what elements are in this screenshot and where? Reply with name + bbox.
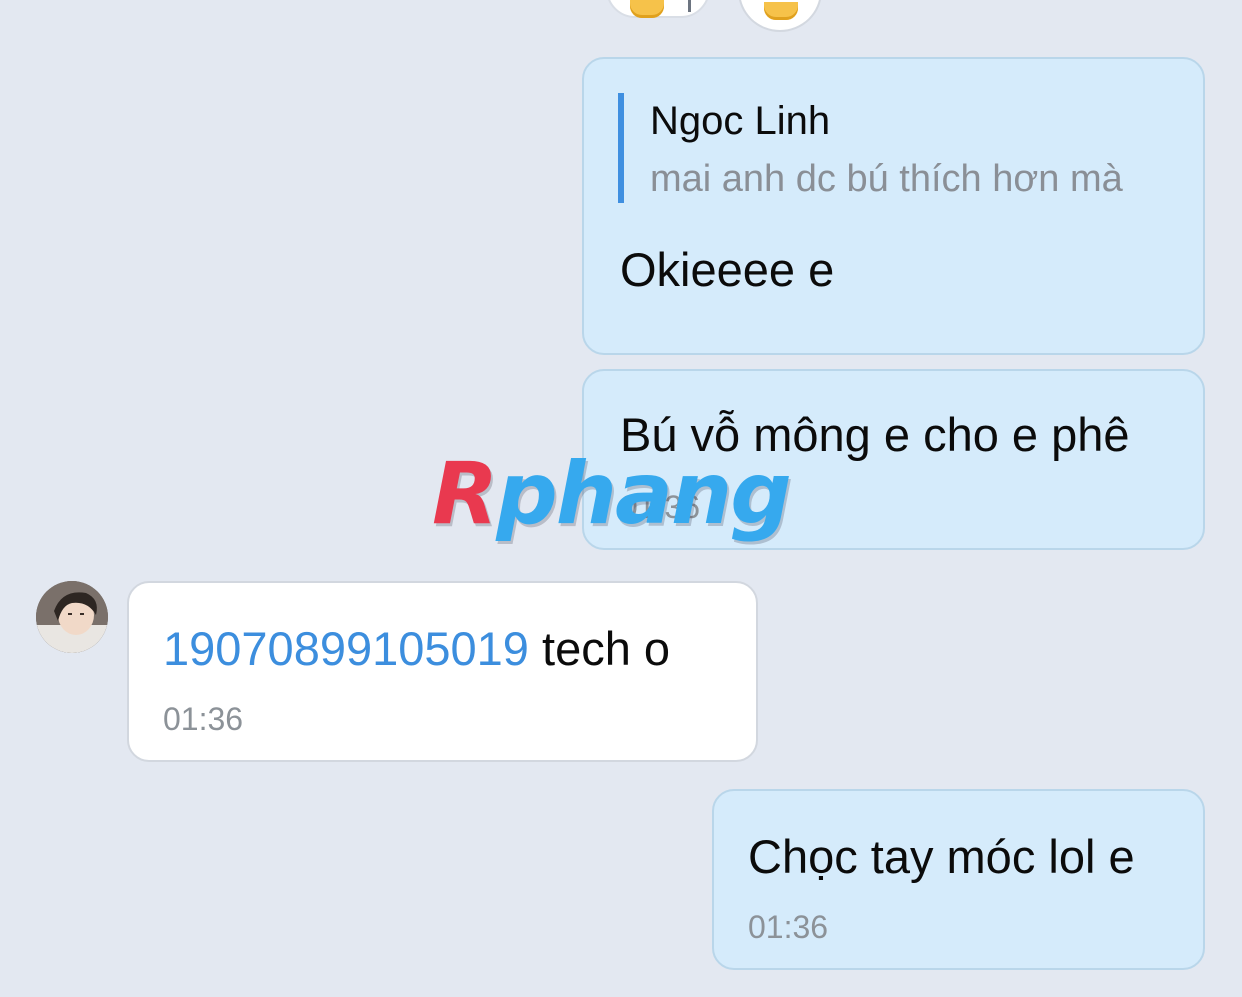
message-text-suffix: tech o	[528, 622, 671, 675]
thumbs-up-icon	[764, 2, 798, 20]
reaction-pill[interactable]	[606, 0, 710, 18]
message-text: Chọc tay móc lol e	[748, 830, 1135, 883]
quoted-message[interactable]: Ngoc Linh mai anh dc bú thích hơn mà	[618, 93, 1123, 203]
message-time: 01:36	[620, 489, 701, 525]
outgoing-message-bubble[interactable]: Ngoc Linh mai anh dc bú thích hơn mà Oki…	[582, 57, 1205, 355]
message-time: 01:36	[748, 909, 829, 945]
phone-number-link[interactable]: 19070899105019	[163, 622, 529, 675]
quote-text: mai anh dc bú thích hơn mà	[650, 158, 1123, 200]
watermark-letter: R	[432, 444, 498, 544]
avatar-image	[36, 581, 108, 653]
add-reaction-button[interactable]	[738, 0, 822, 32]
incoming-message-bubble[interactable]: 19070899105019 tech o 01:36	[127, 581, 758, 762]
message-time: 01:36	[163, 701, 244, 737]
reaction-count-glyph	[688, 0, 691, 12]
quote-author: Ngoc Linh	[650, 99, 831, 143]
message-text: Okieeee e	[620, 243, 835, 296]
chat-message-list[interactable]: Ngoc Linh mai anh dc bú thích hơn mà Oki…	[0, 0, 1242, 997]
thumbs-up-icon	[630, 0, 664, 18]
message-text: Bú vỗ mông e cho e phê	[620, 408, 1130, 461]
outgoing-message-bubble[interactable]: Chọc tay móc lol e 01:36	[712, 789, 1205, 970]
outgoing-message-bubble[interactable]: Bú vỗ mông e cho e phê 01:36	[582, 369, 1205, 550]
contact-avatar[interactable]	[36, 581, 108, 653]
message-text: 19070899105019 tech o	[163, 621, 670, 677]
